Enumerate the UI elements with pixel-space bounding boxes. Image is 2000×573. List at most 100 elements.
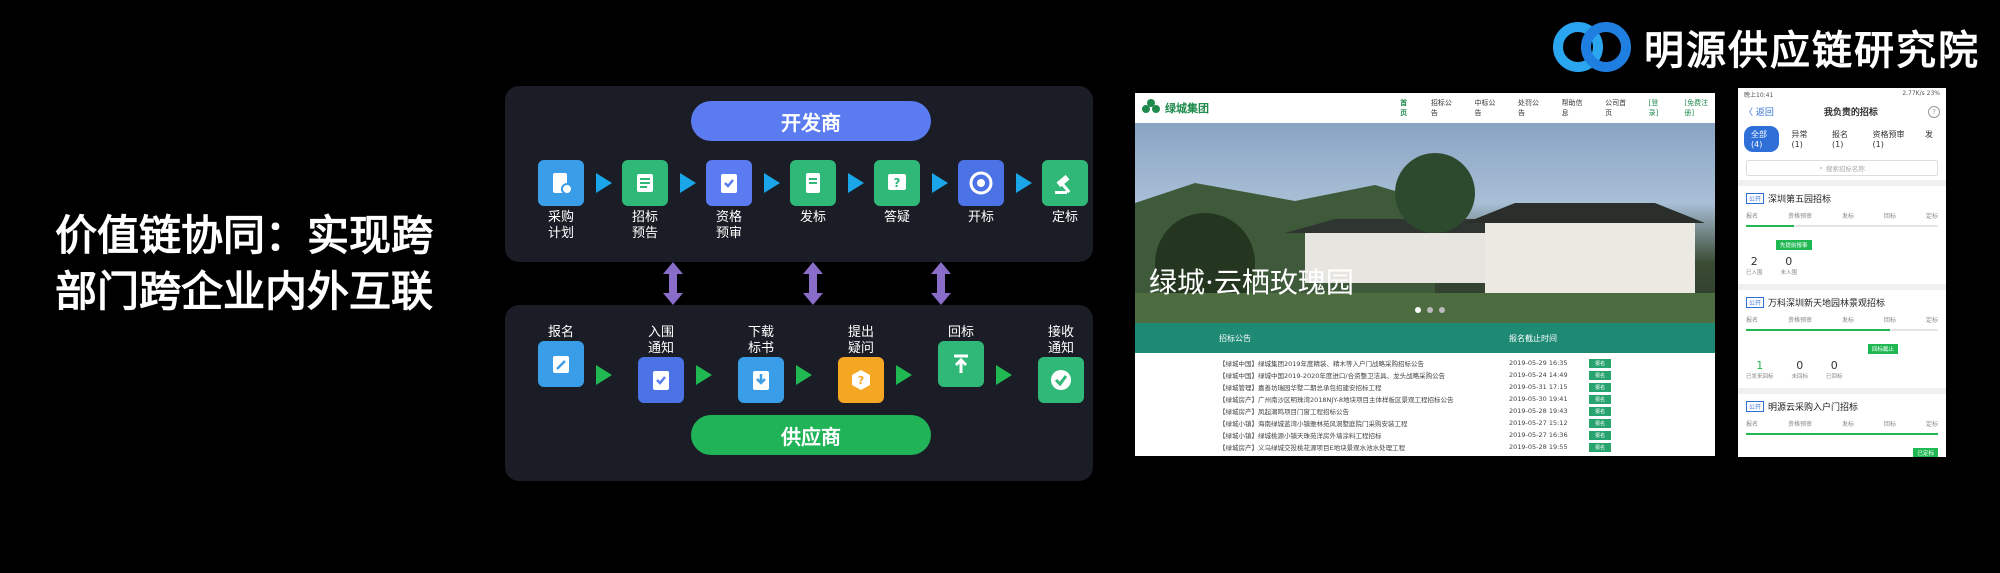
signup-button[interactable]: 报名 xyxy=(1589,382,1612,392)
signup-button[interactable]: 报名 xyxy=(1589,370,1612,380)
supplier-step-label: 提出 疑问 xyxy=(847,325,874,356)
signup-button[interactable]: 报名 xyxy=(1589,418,1612,428)
mobile-search[interactable]: ⌕ 搜索招标名称 xyxy=(1746,160,1938,176)
flow-arrow-icon xyxy=(996,365,1012,385)
site-notice-row[interactable]: 【绿城管理】嘉善坊瑞园华墅二期总承包招建安招标工程 2019-05-31 17:1… xyxy=(1135,381,1715,393)
developer-step-icon-box xyxy=(958,160,1004,206)
developer-step: 招标 预告 xyxy=(613,160,677,242)
status-badge-row: 先提前报事 xyxy=(1746,232,1938,251)
supplier-step-icon-box xyxy=(638,357,684,403)
signup-button[interactable]: 报名 xyxy=(1589,358,1612,368)
site-notice-list: 【绿城中国】绿城集团2019年度精装、精木等入户门战略采购招标公告 2019-05… xyxy=(1135,353,1715,453)
tender-stages: 报名 资格预审 发标 回标 定标 xyxy=(1746,315,1938,324)
site-logo: 绿城集团 xyxy=(1141,98,1330,118)
tender-title: 公开 深圳第五园招标 xyxy=(1746,192,1938,205)
site-notice-row[interactable]: 【绿城房产】义乌绿城交投桃花源项目E地块景观水池水处理工程 2019-05-28 … xyxy=(1135,441,1715,453)
notice-deadline: 2019-05-24 14:49 xyxy=(1509,371,1568,379)
notice-title[interactable]: 【绿城管理】嘉善坊瑞园华墅二期总承包招建安招标工程 xyxy=(1219,382,1509,392)
site-nav-item[interactable]: [登录] xyxy=(1649,98,1667,118)
notice-title[interactable]: 【绿城小镇】海南绿城蓝湾小镇雅林苑风洞墅庭院门采购安装工程 xyxy=(1219,418,1509,428)
site-nav-item[interactable]: [免费注册] xyxy=(1684,98,1715,118)
developer-step-label: 发标 xyxy=(799,210,826,225)
site-nav-item[interactable]: 处罚公告 xyxy=(1518,98,1544,118)
stat: 0 已回标 xyxy=(1826,359,1843,380)
site-notice-row[interactable]: 【绿城小镇】绿城桃源小镇天珠苑洋房外墙涂料工程招标 2019-05-27 16:3… xyxy=(1135,429,1715,441)
mobile-header: 〈 返回 我负责的招标 ? xyxy=(1738,101,1946,122)
mobile-card-list: 公开 深圳第五园招标 报名 资格预审 发标 回标 定标 先提前报事 2 已入围 0 未入围 公开 万科深圳… xyxy=(1738,180,1946,457)
developer-step-label: 采购 计划 xyxy=(547,210,574,241)
progress-fill xyxy=(1746,433,1938,435)
stage-label: 定标 xyxy=(1925,421,1938,428)
supplier-step-icon-box: ? xyxy=(838,357,884,403)
stage-label: 资格预审 xyxy=(1787,421,1812,428)
headline: 价值链协同：实现跨 部门跨企业内外互联 xyxy=(55,208,433,320)
tender-stages: 报名 资格预审 发标 回标 定标 xyxy=(1746,419,1938,428)
mobile-tab[interactable]: 异常(1) xyxy=(1785,126,1820,152)
tender-card[interactable]: 公开 万科深圳新天地园林景观招标 报名 资格预审 发标 回标 定标 回标截止 1 已发来回标 0 未回… xyxy=(1738,284,1946,388)
site-nav-item[interactable]: 招标公告 xyxy=(1431,98,1457,118)
developer-flow-panel: 开发商 采购 计划 招标 预告 资格 预审 发标? 答疑 开标 定标 xyxy=(505,86,1093,262)
signup-button[interactable]: 报名 xyxy=(1589,430,1612,440)
supplier-step-icon-box xyxy=(938,341,984,387)
developer-step-label: 定标 xyxy=(1051,210,1078,225)
site-notice-row[interactable]: 【绿城小镇】海南绿城蓝湾小镇雅林苑风洞墅庭院门采购安装工程 2019-05-27 … xyxy=(1135,417,1715,429)
notice-deadline: 2019-05-27 15:12 xyxy=(1509,419,1568,427)
status-badge: 先提前报事 xyxy=(1776,240,1812,250)
site-nav-item[interactable]: 公司首页 xyxy=(1605,98,1631,118)
tender-tag: 公开 xyxy=(1746,297,1765,308)
notice-list-icon xyxy=(637,174,653,192)
site-nav-item[interactable]: 中标公告 xyxy=(1474,98,1500,118)
tender-title: 公开 明源云采购入户门招标 xyxy=(1746,400,1938,413)
notice-title[interactable]: 【绿城中国】绿城集团2019年度精装、精木等入户门战略采购招标公告 xyxy=(1219,358,1509,368)
carousel-dots[interactable] xyxy=(1415,307,1445,313)
supplier-step: 下载 标书 xyxy=(729,321,793,403)
tender-tag: 公开 xyxy=(1746,193,1765,204)
tender-card[interactable]: 公开 深圳第五园招标 报名 资格预审 发标 回标 定标 先提前报事 2 已入围 0 未入围 xyxy=(1738,180,1946,284)
search-icon: ⌕ xyxy=(1819,163,1823,172)
help-icon[interactable]: ? xyxy=(1927,105,1940,118)
signup-button[interactable]: 报名 xyxy=(1589,406,1612,416)
site-notice-row[interactable]: 【绿城房产】广州南沙区明珠湾2018NJY-8地块项目主体样板区景观工程招标公告… xyxy=(1135,393,1715,405)
notice-title[interactable]: 【绿城中国】绿城中国2019-2020年度进口/合资整卫洁具、龙头战略采购公告 xyxy=(1219,370,1509,380)
signup-button[interactable]: 报名 xyxy=(1589,442,1612,452)
flow-arrow-icon xyxy=(764,173,780,193)
notice-title[interactable]: 【绿城小镇】绿城桃源小镇天珠苑洋房外墙涂料工程招标 xyxy=(1219,430,1509,440)
site-nav-item[interactable]: 首页 xyxy=(1400,98,1413,118)
supplier-pill: 供应商 xyxy=(691,415,931,455)
signup-button[interactable]: 报名 xyxy=(1589,394,1612,404)
developer-step-icon-box: ? xyxy=(874,160,920,206)
status-time: 晚上10:41 xyxy=(1744,92,1774,99)
mobile-tab[interactable]: 报名(1) xyxy=(1825,126,1860,152)
developer-step-icon-box xyxy=(538,160,584,206)
notice-title[interactable]: 【绿城房产】义乌绿城交投桃花源项目E地块景观水池水处理工程 xyxy=(1219,442,1509,452)
site-nav-item[interactable]: 帮助信息 xyxy=(1562,98,1588,118)
developer-step: 资格 预审 xyxy=(697,160,761,242)
site-nav-items: 首页 招标公告 中标公告 处罚公告 帮助信息 公司首页 [登录] [免费注册] xyxy=(1400,98,1715,118)
developer-step-icon-box xyxy=(1042,160,1088,206)
status-badge: 已定标 xyxy=(1913,448,1938,457)
site-notice-row[interactable]: 【绿城中国】绿城集团2019年度精装、精木等入户门战略采购招标公告 2019-05… xyxy=(1135,357,1715,369)
mobile-title[interactable]: 我负责的招标 xyxy=(1824,105,1878,118)
site-notice-row[interactable]: 【绿城中国】绿城中国2019-2020年度进口/合资整卫洁具、龙头战略采购公告 2… xyxy=(1135,369,1715,381)
back-button[interactable]: 〈 返回 xyxy=(1744,105,1774,118)
tender-card[interactable]: 公开 明源云采购入户门招标报名 资格预审 发标 回标 定标已定标 xyxy=(1738,388,1946,457)
stage-label: 回标 xyxy=(1883,213,1896,220)
notice-title[interactable]: 【绿城房产】凤起潮鸣项目门窗工程招标公告 xyxy=(1219,406,1509,416)
progress-fill xyxy=(1746,329,1890,331)
developer-step-label: 资格 预审 xyxy=(715,210,742,241)
mobile-tab[interactable]: 发 xyxy=(1918,126,1940,152)
stage-label: 发标 xyxy=(1841,317,1854,324)
headline-line2: 部门跨企业内外互联 xyxy=(55,267,434,316)
mobile-tabs: 全部(4) 异常(1) 报名(1) 资格预审(1) 发 xyxy=(1738,122,1946,156)
brand: 明源供应链研究院 xyxy=(1550,18,1980,76)
supplier-flow-panel: 报名 入围 通知 下载 标书 提出 疑问? 回标 接收 通知 供应商 xyxy=(505,305,1093,481)
supplier-step: 提出 疑问? xyxy=(829,321,893,403)
mobile-tab[interactable]: 资格预审(1) xyxy=(1866,126,1913,152)
site-notice-row[interactable]: 【绿城房产】凤起潮鸣项目门窗工程招标公告 2019-05-28 19:43 报名 xyxy=(1135,405,1715,417)
flow-arrow-icon xyxy=(680,173,696,193)
notice-title[interactable]: 【绿城房产】广州南沙区明珠湾2018NJY-8地块项目主体样板区景观工程招标公告 xyxy=(1219,394,1509,404)
notice-deadline: 2019-05-28 19:43 xyxy=(1509,407,1568,415)
stage-label: 定标 xyxy=(1925,213,1938,220)
progress-track xyxy=(1746,224,1938,228)
mobile-tab[interactable]: 全部(4) xyxy=(1744,126,1779,152)
